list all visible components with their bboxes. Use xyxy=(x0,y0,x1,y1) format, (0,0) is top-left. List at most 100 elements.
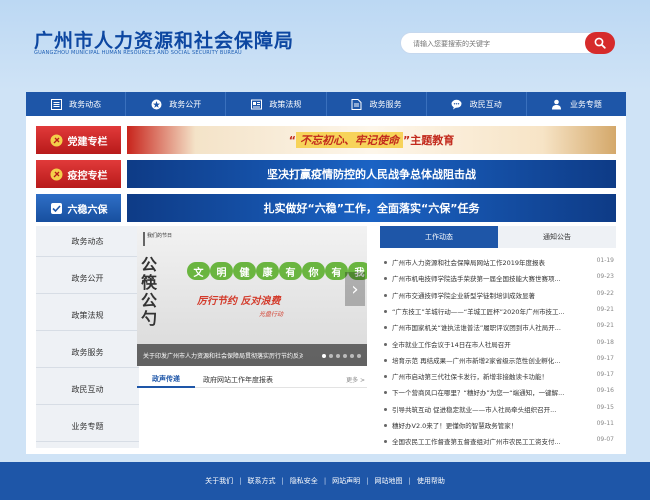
news-title[interactable]: 广州市机电技师学院选手荣获第一届全国技能大赛世赛项... xyxy=(392,273,587,283)
slider-dot[interactable] xyxy=(322,354,326,358)
news-date: 09-17 xyxy=(596,371,614,379)
nav-item-news[interactable]: 政务动态 xyxy=(26,92,127,116)
slider-caption[interactable]: 关于印发广州市人力资源和社会保障局贯彻落实厉行节约反对浪费和息... xyxy=(143,351,303,360)
banner-image[interactable]: 坚决打赢疫情防控的人民战争总体战阻击战 xyxy=(127,160,616,188)
tab-work-news[interactable]: 工作动态 xyxy=(380,226,498,248)
slider-dot[interactable] xyxy=(357,354,361,358)
banner-six-stability[interactable]: 六稳六保 扎实做好“六稳”工作，全面落实“六保”任务 xyxy=(36,194,616,222)
news-date: 09-18 xyxy=(596,338,614,346)
banner-party-building[interactable]: 党建专栏 “不忘初心、牢记使命 ”主题教育 xyxy=(36,126,616,154)
slider-dot[interactable] xyxy=(343,354,347,358)
news-date: 09-21 xyxy=(596,305,614,313)
banner-tag[interactable]: 疫控专栏 xyxy=(36,160,121,188)
bullet-icon xyxy=(384,293,387,297)
nav-item-topics[interactable]: 业务专题 xyxy=(527,92,626,116)
slide-slogan: 厉行节约 反对浪费 xyxy=(197,296,281,307)
nav-item-disclosure[interactable]: 政务公开 xyxy=(126,92,227,116)
news-title[interactable]: 全市就业工作会议于14日在市人社局召开 xyxy=(392,339,587,349)
sidebar-item-interaction[interactable]: 政民互动 xyxy=(36,374,139,405)
news-title[interactable]: 广州市交通技师学院企业新型学徒制培训成效显著 xyxy=(392,290,587,300)
banner-image[interactable]: 扎实做好“六稳”工作，全面落实“六保”任务 xyxy=(127,194,616,222)
more-link[interactable]: 更多 > xyxy=(346,375,365,384)
footer-separator: | xyxy=(281,477,284,485)
star-icon xyxy=(150,98,162,110)
nav-item-policy[interactable]: 政策法规 xyxy=(226,92,327,116)
site-title[interactable]: 广州市人力资源和社会保障局 xyxy=(34,26,294,53)
search-input[interactable] xyxy=(413,37,578,51)
footer-link-help[interactable]: 使用帮助 xyxy=(417,476,445,486)
site-header: 广州市人力资源和社会保障局 GUANGZHOU MUNICIPAL HUMAN … xyxy=(0,0,650,88)
news-title[interactable]: 下一个营商风口在哪里？“穗好办”为您一“端通知，一键解... xyxy=(392,387,587,397)
news-title[interactable]: “广东技工”羊城行动——“羊城工匠杯”2020年广州市技工... xyxy=(392,306,587,316)
footer-link-sitemap[interactable]: 网站地图 xyxy=(375,476,403,486)
news-list-item[interactable]: 引导共筑互动 促进稳定就业——市人社局牵头组织召开... 09-15 xyxy=(380,403,616,417)
slider-dot[interactable] xyxy=(336,354,340,358)
banner-tag-label: 疫控专栏 xyxy=(67,170,108,182)
slider-next-arrow-icon[interactable]: › xyxy=(345,272,365,306)
news-list-item[interactable]: “广东技工”羊城行动——“羊城工匠杯”2020年广州市技工... 09-21 xyxy=(380,305,616,319)
nav-label: 业务专题 xyxy=(569,99,602,109)
chat-icon xyxy=(451,98,463,110)
news-list-item[interactable]: 全国农民工工作督查第五督查组对广州市农民工工资支付... 09-07 xyxy=(380,435,616,449)
slide-slogan-small: 光盘行动 xyxy=(259,311,284,318)
news-list-item[interactable]: 广州市机电技师学院选手荣获第一届全国技能大赛世赛项... 09-23 xyxy=(380,272,616,286)
news-list-item[interactable]: 广州市交通技师学院企业新型学徒制培训成效显著 09-22 xyxy=(380,289,616,303)
banner-tag[interactable]: 六稳六保 xyxy=(36,194,121,222)
nav-label: 政务公开 xyxy=(169,99,202,109)
slogan-char: 明 xyxy=(210,262,233,280)
bullet-icon xyxy=(384,375,387,379)
news-list-item[interactable]: 广州市人力资源和社会保障局网站工作2019年度报表 01-19 xyxy=(380,256,616,270)
mini-tabs: 政声传递 政府网站工作年度报表 更多 > xyxy=(137,372,367,388)
main-panel: 政务动态 政务公开 政策法规 政务服务 政民互动 业务专题 党建专栏 “ 不忘初… xyxy=(26,92,626,454)
news-title[interactable]: 穗好办V2.0来了！更懂你的智慧政务管家！ xyxy=(392,420,587,430)
news-list-item[interactable]: 穗好办V2.0来了！更懂你的智慧政务管家！ 09-11 xyxy=(380,419,616,433)
banner-image[interactable]: “不忘初心、牢记使命 ”主题教育 xyxy=(127,126,616,154)
book-icon xyxy=(250,98,262,110)
news-title[interactable]: 引导共筑互动 促进稳定就业——市人社局牵头组织召开... xyxy=(392,404,587,414)
site-subtitle: GUANGZHOU MUNICIPAL HUMAN RESOURCES AND … xyxy=(34,50,242,56)
footer-link-statement[interactable]: 网站声明 xyxy=(332,476,360,486)
footer-separator: | xyxy=(239,477,242,485)
news-title[interactable]: 培育示范 再结成果—广州市新增2家省级示范性创业孵化... xyxy=(392,355,587,365)
sidebar-item-disclosure[interactable]: 政务公开 xyxy=(36,263,139,294)
image-slider[interactable]: 我们的节日 公筷公勺 文 明 健 康 有 你 有 我 厉行节约 反对浪费 光盘行… xyxy=(137,226,367,366)
top-nav: 政务动态 政务公开 政策法规 政务服务 政民互动 业务专题 xyxy=(26,92,626,116)
nav-label: 政务服务 xyxy=(369,99,402,109)
news-list-item[interactable]: 广州市启动第三代社保卡发行，新增非接触读卡功能！ 09-17 xyxy=(380,370,616,384)
news-title[interactable]: 广州市启动第三代社保卡发行，新增非接触读卡功能！ xyxy=(392,371,587,381)
news-title[interactable]: 广州市国家机关“谁执法谁普法”履职评议团到市人社局开... xyxy=(392,322,587,332)
bullet-icon xyxy=(384,391,387,395)
news-title[interactable]: 广州市人力资源和社会保障局网站工作2019年度报表 xyxy=(392,257,587,267)
news-list-item[interactable]: 广州市国家机关“谁执法谁普法”履职评议团到市人社局开... 09-21 xyxy=(380,321,616,335)
nav-item-interaction[interactable]: 政民互动 xyxy=(427,92,527,116)
news-date: 09-22 xyxy=(596,289,614,297)
bullet-icon xyxy=(384,358,387,362)
slider-dots xyxy=(322,354,361,358)
footer-link-about[interactable]: 关于我们 xyxy=(205,476,233,486)
slider-dot[interactable] xyxy=(350,354,354,358)
slogan-char: 你 xyxy=(302,262,325,280)
tab-policy-voice[interactable]: 政声传递 xyxy=(137,372,195,388)
news-list-item[interactable]: 全市就业工作会议于14日在市人社局召开 09-18 xyxy=(380,338,616,352)
bullet-icon xyxy=(384,407,387,411)
sidebar-item-service[interactable]: 政务服务 xyxy=(36,337,139,368)
sidebar-item-news[interactable]: 政务动态 xyxy=(36,226,139,257)
tab-notices[interactable]: 通知公告 xyxy=(498,226,616,248)
search-button[interactable] xyxy=(585,32,615,54)
banner-epidemic[interactable]: 疫控专栏 坚决打赢疫情防控的人民战争总体战阻击战 xyxy=(36,160,616,188)
sidebar-item-topics[interactable]: 业务专题 xyxy=(36,411,139,442)
doc-icon xyxy=(351,98,363,110)
news-list-item[interactable]: 培育示范 再结成果—广州市新增2家省级示范性创业孵化... 09-17 xyxy=(380,354,616,368)
tab-annual-report[interactable]: 政府网站工作年度报表 xyxy=(203,372,323,388)
footer-link-contact[interactable]: 联系方式 xyxy=(247,476,275,486)
nav-item-service[interactable]: 政务服务 xyxy=(327,92,427,116)
footer-link-privacy[interactable]: 隐私安全 xyxy=(290,476,318,486)
news-title[interactable]: 全国农民工工作督查第五督查组对广州市农民工工资支付... xyxy=(392,436,587,446)
flag-icon xyxy=(50,168,63,181)
news-list-item[interactable]: 下一个营商风口在哪里？“穗好办”为您一“端通知，一键解... 09-16 xyxy=(380,386,616,400)
list-icon xyxy=(50,98,62,110)
sidebar-item-policy[interactable]: 政策法规 xyxy=(36,300,139,331)
banner-tag[interactable]: 党建专栏 xyxy=(36,126,121,154)
slider-dot[interactable] xyxy=(329,354,333,358)
slogan-char: 康 xyxy=(256,262,279,280)
